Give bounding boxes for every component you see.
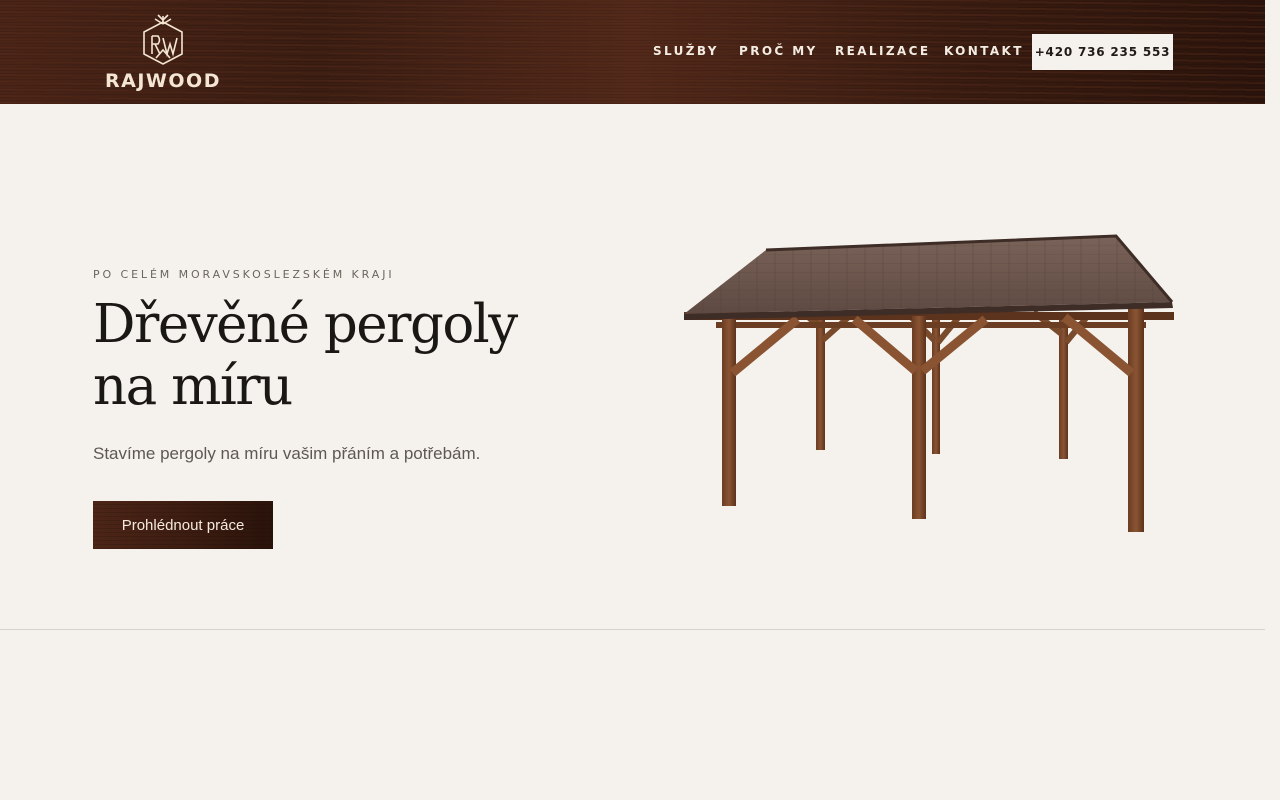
nav-item-kontakt[interactable]: KONTAKT	[944, 44, 1024, 58]
logo-link[interactable]: RAJWOOD	[100, 14, 226, 92]
section-divider	[0, 629, 1265, 630]
hero-subtitle: Stavíme pergoly na míru vašim přáním a p…	[93, 444, 481, 463]
hero-title-line1: Dřevěné pergoly	[93, 294, 518, 355]
hero-title: Dřevěné pergoly na míru	[93, 294, 573, 418]
nav-item-proc-my[interactable]: PROČ MY	[739, 44, 818, 58]
logo-wordmark: RAJWOOD	[105, 70, 221, 92]
nav-item-realizace[interactable]: REALIZACE	[835, 44, 930, 58]
site-header: RAJWOOD SLUŽBY PROČ MY REALIZACE KONTAKT…	[0, 0, 1265, 104]
view-work-button[interactable]: Prohlédnout práce	[93, 501, 273, 549]
logo-emblem-icon	[143, 14, 183, 65]
hero-title-line2: na míru	[93, 356, 293, 417]
pergola-image	[684, 234, 1174, 532]
phone-button[interactable]: +420 736 235 553	[1032, 34, 1173, 70]
hero-eyebrow: PO CELÉM MORAVSKOSLEZSKÉM KRAJI	[93, 268, 395, 281]
nav-item-sluzby[interactable]: SLUŽBY	[653, 44, 719, 58]
